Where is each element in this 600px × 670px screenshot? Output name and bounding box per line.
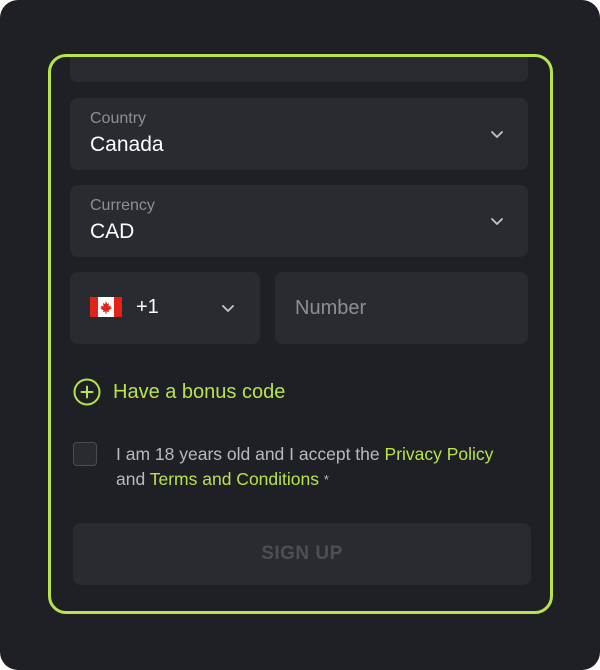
- phone-code-select[interactable]: +1: [70, 272, 260, 344]
- country-select[interactable]: Country Canada: [70, 98, 528, 170]
- required-mark: *: [323, 472, 329, 487]
- screen: Country Canada Currency CAD +1 Number Ha…: [0, 0, 600, 670]
- currency-select[interactable]: Currency CAD: [70, 185, 528, 257]
- country-value: Canada: [90, 133, 164, 156]
- plus-circle-icon: [73, 378, 101, 406]
- chevron-down-icon: [222, 305, 234, 312]
- phone-number-input[interactable]: Number: [275, 272, 528, 344]
- canada-flag-icon: [90, 297, 122, 317]
- terms-checkbox[interactable]: [73, 442, 97, 466]
- chevron-down-icon: [491, 131, 503, 138]
- registration-form: Country Canada Currency CAD +1 Number Ha…: [48, 54, 553, 614]
- terms-text: I am 18 years old and I accept the Priva…: [116, 442, 516, 492]
- previous-field[interactable]: [70, 57, 528, 82]
- terms-text-2: and: [116, 469, 146, 489]
- currency-value: CAD: [90, 220, 135, 243]
- chevron-down-icon: [491, 218, 503, 225]
- currency-label: Currency: [90, 197, 155, 214]
- country-label: Country: [90, 110, 147, 127]
- bonus-code-toggle[interactable]: Have a bonus code: [73, 377, 285, 407]
- dial-code: +1: [136, 296, 159, 318]
- terms-conditions-link[interactable]: Terms and Conditions: [150, 469, 319, 489]
- number-placeholder: Number: [295, 297, 367, 319]
- terms-text-1: I am 18 years old and I accept the: [116, 444, 380, 464]
- sign-up-button[interactable]: SIGN UP: [73, 523, 531, 585]
- privacy-policy-link[interactable]: Privacy Policy: [385, 444, 494, 464]
- bonus-code-label: Have a bonus code: [113, 380, 286, 403]
